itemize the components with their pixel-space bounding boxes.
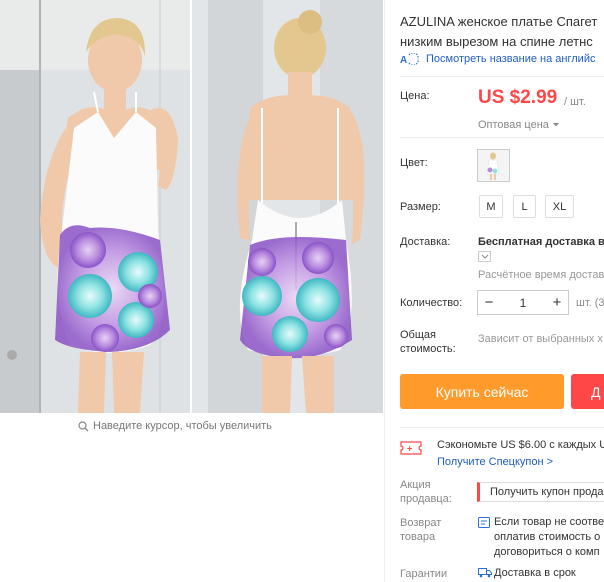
returns-text-line-3: договориться о комп (494, 546, 600, 558)
quantity-input[interactable]: 1 (500, 296, 546, 310)
seller-coupon-button[interactable]: Получить купон прода (477, 482, 604, 502)
wholesale-price-text[interactable]: Оптовая цена (478, 119, 549, 131)
size-option-xl[interactable]: XL (545, 195, 574, 218)
coupon-save-text: Сэкономьте US $6.00 с каждых U (437, 439, 604, 451)
shipping-expand-button[interactable] (478, 251, 491, 262)
translate-link-text[interactable]: Посмотреть название на английс (426, 53, 595, 65)
returns-label-line-2: товара (400, 531, 436, 543)
shipping-method: Бесплатная доставка в (478, 236, 604, 248)
chevron-down-icon (481, 254, 488, 259)
price-value: US $2.99 (478, 87, 558, 108)
color-swatch[interactable] (477, 149, 510, 182)
seller-promo-label-line-1: Акция (400, 479, 431, 491)
quantity-stepper[interactable]: − 1 + (477, 290, 569, 315)
divider (400, 427, 604, 428)
quantity-increase-button[interactable]: + (546, 291, 568, 314)
svg-text:A: A (400, 55, 407, 65)
chevron-down-icon (552, 123, 559, 127)
add-to-cart-button[interactable]: Д (571, 374, 604, 409)
translate-ai-icon: A (400, 53, 419, 65)
returns-label-line-1: Возврат (400, 517, 442, 529)
return-policy-icon (478, 517, 490, 528)
svg-text:+: + (407, 444, 412, 454)
delivery-truck-icon (478, 568, 492, 578)
dress-photo-illustration (0, 0, 383, 413)
price-label: Цена: (400, 90, 430, 102)
returns-text-line-2: оплатив стоимость о (494, 531, 601, 543)
coupon-icon: + (400, 441, 422, 455)
total-label-line-2: стоимость: (400, 343, 456, 355)
size-option-m[interactable]: M (479, 195, 503, 218)
size-option-l[interactable]: L (513, 195, 536, 218)
divider (400, 76, 604, 77)
returns-label: Возврат товара (400, 516, 441, 544)
returns-text-line-1: Если товар не соотве (494, 516, 604, 528)
quantity-decrease-button[interactable]: − (478, 291, 500, 314)
column-divider (384, 0, 385, 582)
product-title-line-1: AZULINA женское платье Спагет (400, 14, 598, 29)
seller-promo-label-line-2: продавца: (400, 493, 452, 505)
zoom-hint-text: Наведите курсор, чтобы увеличить (93, 420, 272, 432)
product-photo[interactable] (0, 0, 383, 413)
swatch-thumbnail (478, 150, 509, 181)
shipping-label: Доставка: (400, 236, 451, 248)
color-label: Цвет: (400, 157, 428, 169)
quantity-unit: шт. (3 (576, 297, 604, 309)
quantity-label: Количество: (400, 297, 463, 309)
zoom-hint: Наведите курсор, чтобы увеличить (78, 420, 272, 432)
buy-now-button[interactable]: Купить сейчас (400, 374, 564, 409)
translate-link[interactable]: A Посмотреть название на английс (400, 53, 595, 65)
guarantee-label: Гарантии (400, 568, 448, 580)
price-unit: / шт. (564, 96, 586, 108)
product-title: AZULINA женское платье Спагет низким выр… (400, 12, 604, 52)
total-label: Общая стоимость: (400, 328, 456, 356)
seller-promo-label: Акция продавца: (400, 478, 452, 506)
total-note: Зависит от выбранных х (478, 333, 603, 345)
magnifier-icon (78, 420, 89, 431)
product-title-line-2: низким вырезом на спине летнс (400, 34, 593, 49)
wholesale-price-toggle[interactable]: Оптовая цена (478, 119, 560, 131)
size-label: Размер: (400, 201, 441, 213)
guarantee-text: Доставка в срок (494, 567, 576, 579)
get-coupon-link[interactable]: Получите Спецкупон > (437, 456, 553, 468)
delivery-estimate: Расчётное время достав (478, 269, 604, 281)
total-label-line-1: Общая (400, 329, 436, 341)
divider (400, 137, 604, 138)
